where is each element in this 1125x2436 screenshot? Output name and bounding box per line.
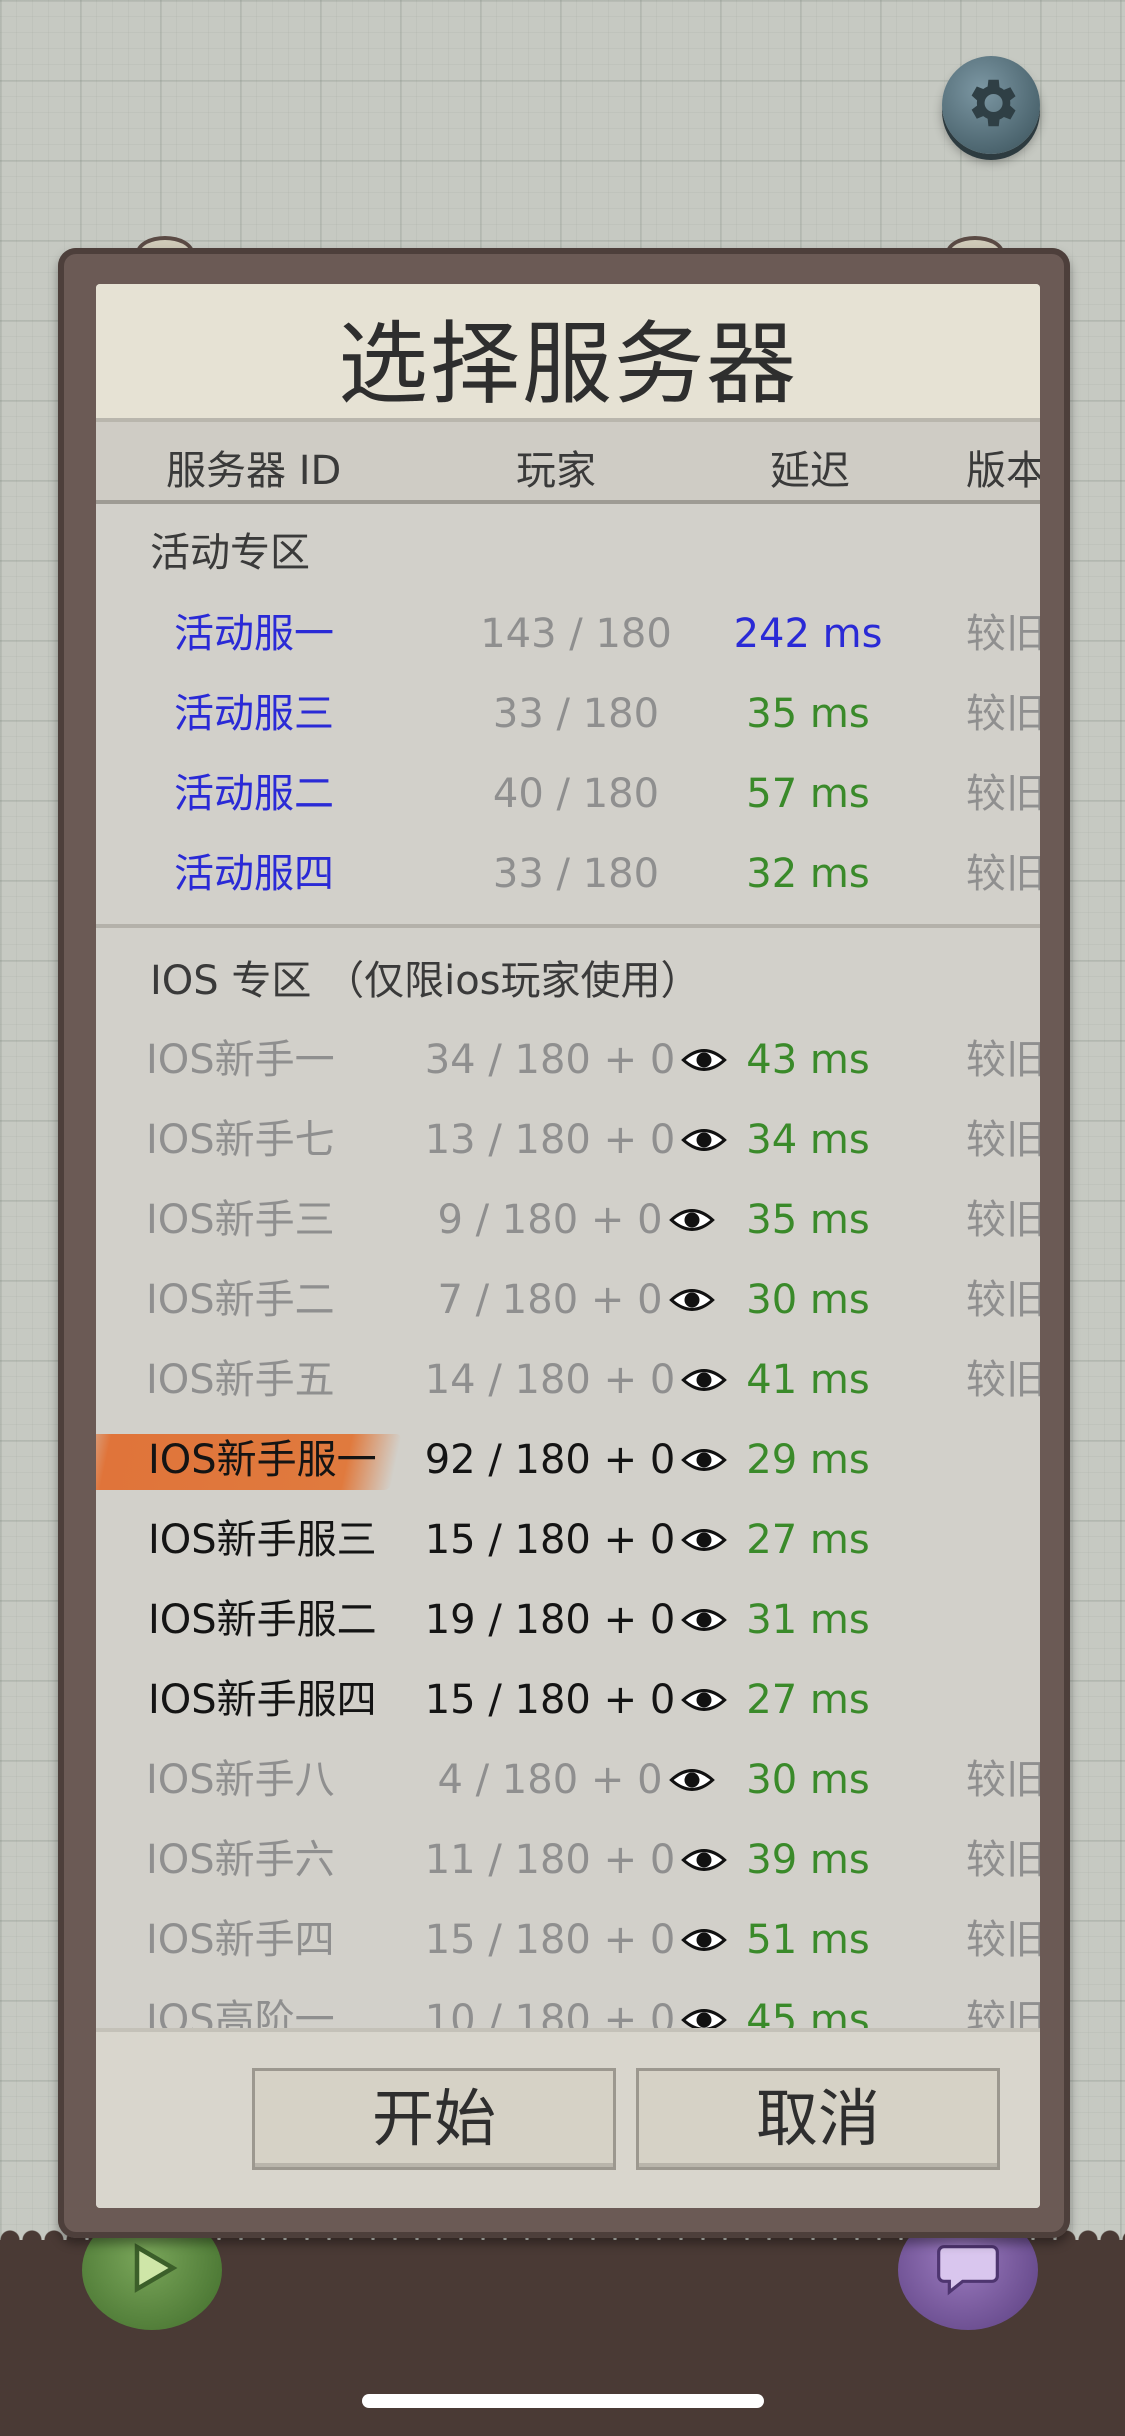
server-players: 7 / 180 + 0	[437, 1277, 663, 1323]
section-label-event: 活动专区	[150, 530, 310, 576]
column-header-players: 玩家	[516, 448, 596, 494]
server-players: 15 / 180 + 0	[424, 1517, 676, 1563]
server-ping: 29 ms	[746, 1437, 870, 1483]
server-version: 较旧	[966, 1357, 1040, 1403]
server-players: 15 / 180 + 0	[424, 1677, 676, 1723]
server-ping: 35 ms	[746, 1197, 870, 1243]
server-players: 34 / 180 + 0	[424, 1037, 676, 1083]
server-ping: 41 ms	[746, 1357, 870, 1403]
server-ping: 35 ms	[746, 691, 870, 737]
server-version: 较旧	[966, 851, 1040, 897]
home-indicator	[362, 2394, 764, 2408]
server-version: 较旧	[966, 771, 1040, 817]
server-players: 11 / 180 + 0	[424, 1837, 676, 1883]
server-row[interactable]: IOS新手服四 15 / 180 + 0 27 ms	[96, 1660, 1040, 1740]
server-players: 19 / 180 + 0	[424, 1597, 676, 1643]
dialog-title: 选择服务器	[338, 312, 798, 417]
server-row[interactable]: IOS新手二 7 / 180 + 0 30 ms 较旧	[96, 1260, 1040, 1340]
server-ping: 43 ms	[746, 1037, 870, 1083]
server-version: 较旧	[966, 1037, 1040, 1083]
server-row[interactable]: 活动服二 40 / 180 57 ms 较旧	[96, 754, 1040, 834]
section-divider	[96, 924, 1040, 928]
server-row[interactable]: IOS新手服三 15 / 180 + 0 27 ms	[96, 1500, 1040, 1580]
server-row[interactable]: 活动服四 33 / 180 32 ms 较旧	[96, 834, 1040, 914]
server-version: 较旧	[966, 691, 1040, 737]
server-row[interactable]: IOS新手八 4 / 180 + 0 30 ms 较旧	[96, 1740, 1040, 1820]
server-players: 143 / 180	[480, 611, 672, 657]
chat-icon	[936, 2240, 1000, 2300]
server-row[interactable]: IOS新手五 14 / 180 + 0 41 ms 较旧	[96, 1340, 1040, 1420]
gear-icon	[960, 72, 1022, 138]
server-ping: 30 ms	[746, 1757, 870, 1803]
server-row-selected[interactable]: IOS新手服一 92 / 180 + 0 29 ms	[96, 1420, 1040, 1500]
table-header: 服务器 ID 玩家 延迟 版本	[96, 422, 1040, 504]
server-ping: 51 ms	[746, 1917, 870, 1963]
server-players: 9 / 180 + 0	[437, 1197, 663, 1243]
play-icon	[122, 2238, 182, 2302]
server-version: 较旧	[966, 1837, 1040, 1883]
server-ping: 27 ms	[746, 1677, 870, 1723]
server-ping: 32 ms	[746, 851, 870, 897]
server-row[interactable]: 活动服三 33 / 180 35 ms 较旧	[96, 674, 1040, 754]
server-players: 40 / 180	[492, 771, 660, 817]
server-ping: 57 ms	[746, 771, 870, 817]
column-header-ping: 延迟	[770, 448, 850, 494]
section-label-ios: IOS 专区 （仅限ios玩家使用）	[150, 958, 701, 1004]
server-row[interactable]: IOS新手三 9 / 180 + 0 35 ms 较旧	[96, 1180, 1040, 1260]
server-version: 较旧	[966, 1277, 1040, 1323]
server-players: 15 / 180 + 0	[424, 1917, 676, 1963]
server-players: 13 / 180 + 0	[424, 1117, 676, 1163]
settings-button[interactable]	[942, 56, 1040, 154]
server-version: 较旧	[966, 1917, 1040, 1963]
server-row[interactable]: IOS新手一 34 / 180 + 0 43 ms 较旧	[96, 1020, 1040, 1100]
server-ping: 27 ms	[746, 1517, 870, 1563]
start-button[interactable]: 开始	[252, 2068, 616, 2170]
server-players: 33 / 180	[492, 851, 660, 897]
dialog-title-bar: 选择服务器	[96, 284, 1040, 422]
server-select-dialog: 选择服务器 服务器 ID 玩家 延迟 版本 活动专区 活动服一 143 / 18…	[96, 284, 1040, 2208]
server-players: 92 / 180 + 0	[424, 1437, 676, 1483]
dialog-footer: 开始 取消	[96, 2028, 1040, 2208]
server-players: 33 / 180	[492, 691, 660, 737]
server-players: 14 / 180 + 0	[424, 1357, 676, 1403]
server-row[interactable]: IOS新手四 15 / 180 + 0 51 ms 较旧	[96, 1900, 1040, 1980]
server-ping: 30 ms	[746, 1277, 870, 1323]
server-version: 较旧	[966, 1757, 1040, 1803]
server-row[interactable]: 活动服一 143 / 180 242 ms 较旧	[96, 594, 1040, 674]
server-players: 4 / 180 + 0	[437, 1757, 663, 1803]
server-version: 较旧	[966, 1197, 1040, 1243]
server-row[interactable]: IOS新手七 13 / 180 + 0 34 ms 较旧	[96, 1100, 1040, 1180]
server-row[interactable]: IOS新手服二 19 / 180 + 0 31 ms	[96, 1580, 1040, 1660]
cancel-button[interactable]: 取消	[636, 2068, 1000, 2170]
column-header-version: 版本	[966, 448, 1040, 494]
server-ping: 34 ms	[746, 1117, 870, 1163]
server-ping: 242 ms	[733, 611, 883, 657]
server-version: 较旧	[966, 611, 1040, 657]
column-header-id: 服务器 ID	[166, 448, 342, 494]
server-ping: 39 ms	[746, 1837, 870, 1883]
server-ping: 31 ms	[746, 1597, 870, 1643]
server-version: 较旧	[966, 1117, 1040, 1163]
server-row[interactable]: IOS新手六 11 / 180 + 0 39 ms 较旧	[96, 1820, 1040, 1900]
